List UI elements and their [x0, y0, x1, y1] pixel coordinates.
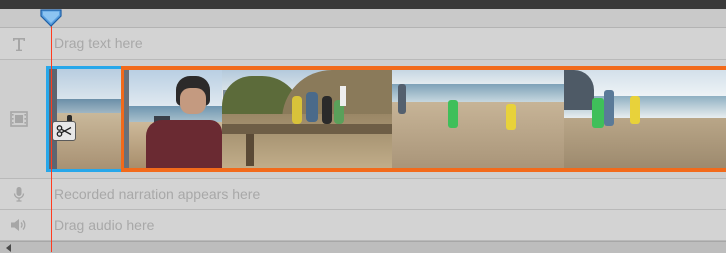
speaker-icon [0, 210, 38, 240]
timeline-ruler[interactable] [0, 9, 726, 28]
text-track-hint: Drag text here [54, 35, 143, 51]
clip-frame [124, 70, 223, 168]
split-clip-button[interactable] [52, 121, 76, 141]
text-track[interactable]: Drag text here [0, 28, 726, 60]
audio-track[interactable]: Drag audio here [0, 210, 726, 241]
clip-frame [392, 70, 565, 168]
playhead-handle[interactable] [40, 9, 62, 27]
clip-frame [564, 70, 726, 168]
narration-track-hint: Recorded narration appears here [54, 186, 261, 202]
film-icon [0, 60, 38, 178]
microphone-icon [0, 179, 38, 209]
video-clip[interactable] [121, 66, 726, 172]
scroll-left-arrow-icon[interactable] [6, 244, 11, 252]
clip-frame [222, 70, 393, 168]
horizontal-scrollbar[interactable] [0, 241, 726, 253]
top-bar [0, 0, 726, 9]
text-T-icon [0, 28, 38, 59]
video-clip-selected[interactable] [46, 66, 124, 172]
narration-track[interactable]: Recorded narration appears here [0, 179, 726, 210]
playhead-line [51, 12, 52, 252]
clip-thumbnail [49, 69, 121, 169]
audio-track-hint: Drag audio here [54, 217, 155, 233]
scissors-icon [56, 125, 72, 137]
